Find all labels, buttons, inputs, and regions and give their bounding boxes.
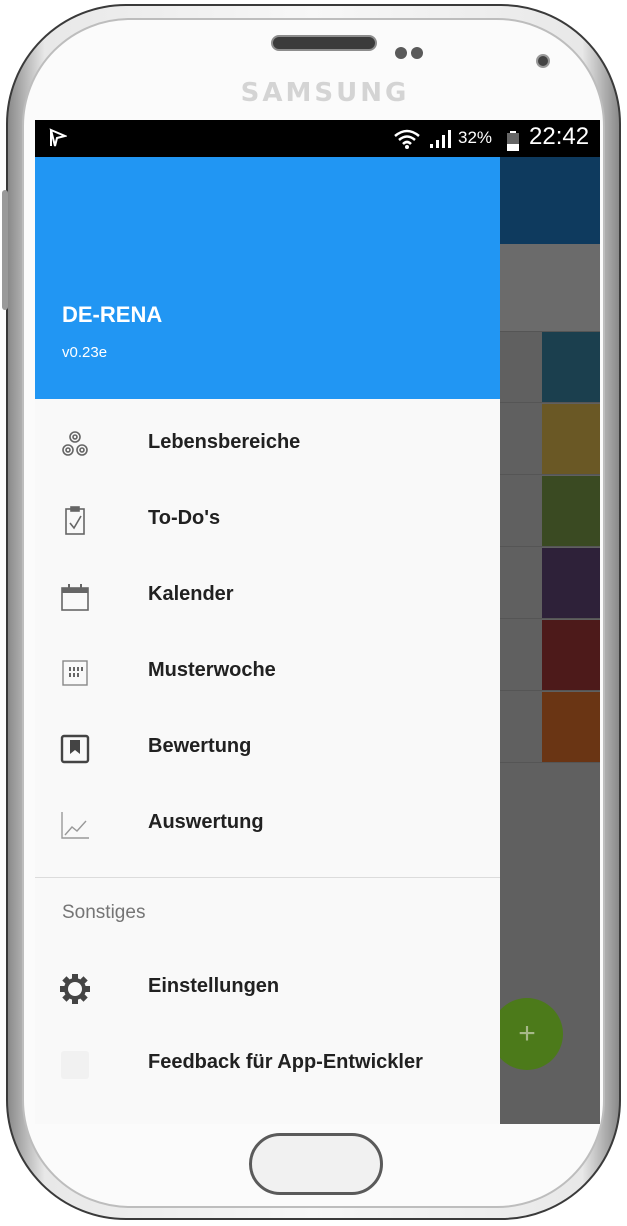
menu-item-einstellungen[interactable]: Einstellungen	[35, 955, 500, 1031]
background-row	[500, 620, 600, 691]
volume-key	[2, 190, 8, 310]
menu-item-feedback[interactable]: Feedback für App-Entwickler	[35, 1031, 500, 1107]
menu-item-lebensbereiche[interactable]: Lebensbereiche	[35, 411, 500, 487]
feedback-icon	[61, 1051, 89, 1079]
background-toolbar	[500, 157, 600, 244]
menu-label: Kalender	[148, 583, 234, 605]
menu-label: Bewertung	[148, 735, 252, 757]
menu-label: Musterwoche	[148, 659, 276, 681]
menu-label: To-Do's	[148, 507, 221, 529]
menu-label: Einstellungen	[148, 975, 280, 997]
color-swatch	[542, 620, 600, 690]
menu-item-bewertung[interactable]: Bewertung	[35, 715, 500, 791]
app-name: DE-RENA	[62, 302, 163, 327]
calendar-icon	[61, 584, 89, 611]
proximity-sensor	[395, 47, 407, 59]
color-swatch	[542, 332, 600, 402]
line-chart-icon	[61, 812, 89, 839]
status-bar: 32% 22:42	[35, 120, 600, 157]
clipboard-check-icon	[65, 506, 85, 535]
drawer-header: DE-RENA v0.23e	[35, 157, 500, 399]
app-version: v0.23e	[62, 344, 108, 361]
color-swatch	[542, 404, 600, 474]
color-swatch	[542, 692, 600, 762]
signal-icon	[430, 130, 451, 148]
background-row	[500, 476, 600, 547]
circles-icon	[62, 431, 88, 456]
home-button[interactable]	[249, 1133, 383, 1195]
wifi-icon	[394, 129, 420, 149]
earpiece-speaker	[271, 35, 377, 51]
color-swatch	[542, 548, 600, 618]
section-title: Sonstiges	[62, 902, 146, 923]
menu-label: Lebensbereiche	[148, 431, 301, 453]
screen: 32% 22:42 + DE-RENA v0.23e Lebensbereich…	[35, 120, 600, 1124]
drawer-menu: Lebensbereiche To-Do's Kalender Musterwo…	[35, 411, 500, 867]
background-row	[500, 548, 600, 619]
battery-percent: 32%	[458, 128, 493, 147]
front-camera	[536, 54, 550, 68]
navigation-drawer: DE-RENA v0.23e Lebensbereiche To-Do's Ka…	[35, 157, 500, 1124]
gear-icon	[60, 974, 90, 1004]
bookmark-icon	[60, 734, 90, 764]
color-swatch	[542, 476, 600, 546]
background-row	[500, 404, 600, 475]
week-grid-icon	[62, 660, 88, 686]
background-row	[500, 692, 600, 763]
menu-label: Auswertung	[148, 811, 264, 833]
menu-label: Feedback für App-Entwickler	[148, 1051, 423, 1073]
light-sensor	[411, 47, 423, 59]
background-row	[500, 332, 600, 403]
device-brand: SAMSUNG	[240, 78, 410, 108]
menu-item-auswertung[interactable]: Auswertung	[35, 791, 500, 867]
drawer-menu-other: Einstellungen Feedback für App-Entwickle…	[35, 955, 500, 1107]
notification-icon	[49, 128, 67, 147]
clock: 22:42	[529, 123, 590, 150]
drawer-divider	[35, 877, 500, 878]
menu-item-kalender[interactable]: Kalender	[35, 563, 500, 639]
add-fab-button[interactable]: +	[491, 998, 563, 1070]
battery-icon	[507, 131, 519, 151]
menu-item-todos[interactable]: To-Do's	[35, 487, 500, 563]
menu-item-musterwoche[interactable]: Musterwoche	[35, 639, 500, 715]
background-tabs	[500, 244, 600, 332]
